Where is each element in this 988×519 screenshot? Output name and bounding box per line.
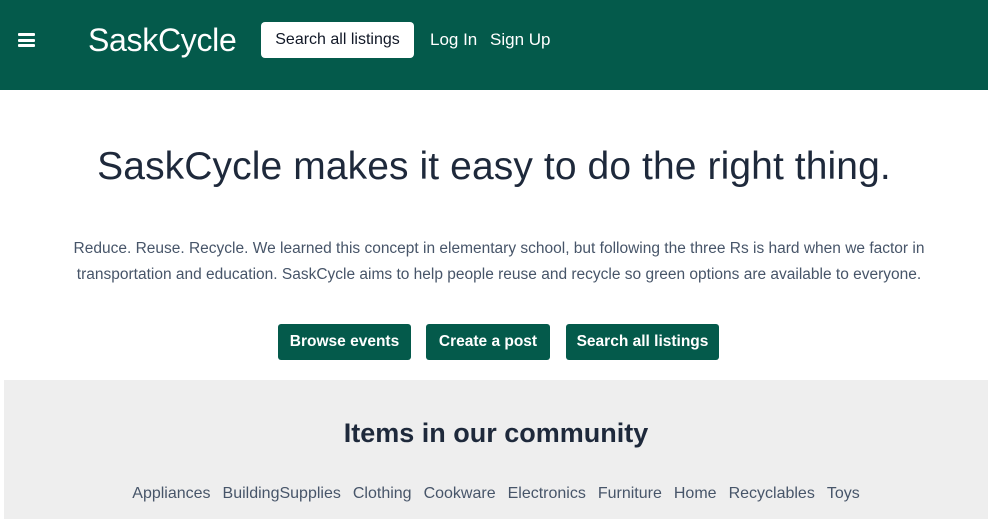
category-link-building-supplies[interactable]: BuildingSupplies <box>223 483 341 505</box>
category-link-appliances[interactable]: Appliances <box>132 483 210 505</box>
hamburger-menu-icon[interactable] <box>18 33 35 47</box>
nav-search-listings-button[interactable]: Search all listings <box>261 22 414 58</box>
signup-link[interactable]: Sign Up <box>490 30 550 50</box>
category-link-recyclables[interactable]: Recyclables <box>729 483 815 505</box>
hero-title: SaskCycle makes it easy to do the right … <box>97 145 891 188</box>
community-title: Items in our community <box>343 418 649 448</box>
category-list: Appliances BuildingSupplies Clothing Cookwa… <box>4 483 988 505</box>
category-link-toys[interactable]: Toys <box>827 483 860 505</box>
create-post-button[interactable]: Create a post <box>426 324 550 360</box>
category-link-clothing[interactable]: Clothing <box>353 483 412 505</box>
browse-events-button[interactable]: Browse events <box>278 324 411 360</box>
brand-logo-text[interactable]: SaskCycle <box>88 20 237 60</box>
category-link-cookware[interactable]: Cookware <box>424 483 496 505</box>
hero-description: Reduce. Reuse. Recycle. We learned this … <box>73 240 925 283</box>
category-link-home[interactable]: Home <box>674 483 717 505</box>
search-all-listings-button[interactable]: Search all listings <box>566 324 719 360</box>
category-link-electronics[interactable]: Electronics <box>508 483 586 505</box>
top-navbar: SaskCycle Search all listings Log In Sig… <box>0 0 988 90</box>
login-link[interactable]: Log In <box>430 30 477 50</box>
community-section: Items in our community Appliances Buildin… <box>4 380 988 519</box>
category-link-furniture[interactable]: Furniture <box>598 483 662 505</box>
